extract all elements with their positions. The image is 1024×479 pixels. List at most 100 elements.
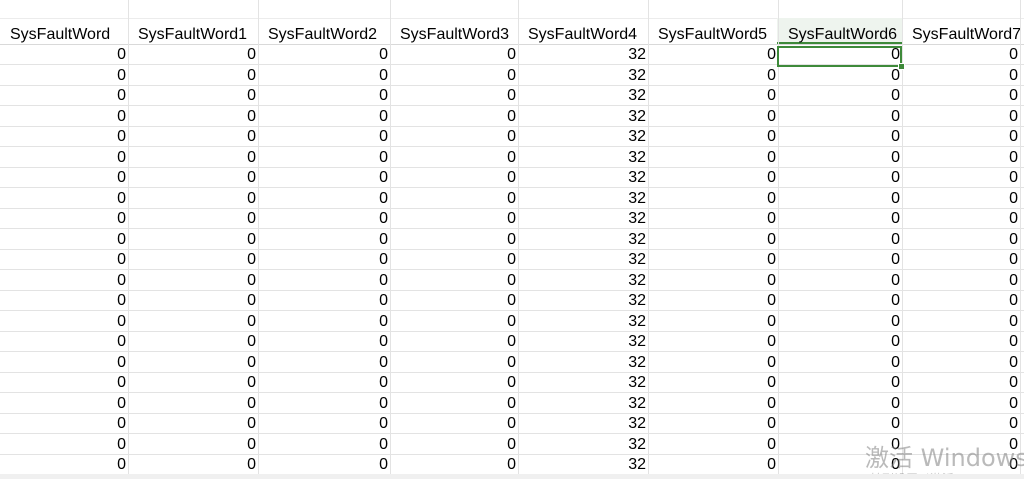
table-cell[interactable]: 0	[648, 332, 778, 352]
table-cell[interactable]: 32	[518, 168, 648, 188]
table-cell[interactable]: 0	[648, 414, 778, 434]
table-cell[interactable]: 0	[258, 373, 390, 393]
table-cell[interactable]: 32	[518, 353, 648, 373]
column-header-5[interactable]: SysFaultWord4	[518, 18, 648, 44]
table-cell[interactable]: 0	[778, 435, 902, 455]
table-cell[interactable]: 0	[258, 127, 390, 147]
table-cell[interactable]: 0	[390, 332, 518, 352]
table-cell[interactable]: 0	[778, 250, 902, 270]
table-cell[interactable]: 0	[0, 414, 128, 434]
table-cell[interactable]: 0	[128, 435, 258, 455]
table-cell[interactable]: 0	[778, 373, 902, 393]
table-cell[interactable]: 0	[390, 127, 518, 147]
table-cell[interactable]: 32	[518, 107, 648, 127]
table-cell[interactable]: 32	[518, 230, 648, 250]
table-cell[interactable]: 32	[518, 394, 648, 414]
table-cell[interactable]: 0	[902, 148, 1020, 168]
fill-handle[interactable]	[898, 63, 905, 70]
table-cell[interactable]: 0	[778, 394, 902, 414]
table-cell[interactable]: 0	[0, 86, 128, 106]
table-cell[interactable]: 0	[648, 127, 778, 147]
table-cell[interactable]: 0	[0, 332, 128, 352]
table-cell[interactable]: 0	[902, 45, 1020, 65]
table-cell[interactable]: 32	[518, 127, 648, 147]
table-cell[interactable]: 0	[390, 312, 518, 332]
column-header-7[interactable]: SysFaultWord6	[778, 18, 902, 44]
table-cell[interactable]: 0	[128, 230, 258, 250]
table-cell[interactable]: 0	[902, 86, 1020, 106]
table-cell[interactable]: 0	[778, 127, 902, 147]
table-cell[interactable]: 0	[258, 86, 390, 106]
table-cell[interactable]: 0	[390, 435, 518, 455]
table-cell[interactable]: 0	[390, 45, 518, 65]
table-cell[interactable]: 0	[128, 373, 258, 393]
table-cell[interactable]: 0	[128, 455, 258, 475]
table-cell[interactable]: 0	[778, 189, 902, 209]
table-cell[interactable]: 0	[258, 291, 390, 311]
table-cell[interactable]: 0	[390, 66, 518, 86]
table-cell[interactable]: 0	[390, 250, 518, 270]
table-cell[interactable]: 32	[518, 250, 648, 270]
table-cell[interactable]: 0	[128, 189, 258, 209]
table-cell[interactable]: 0	[258, 148, 390, 168]
table-cell[interactable]: 0	[902, 66, 1020, 86]
table-cell[interactable]: 0	[390, 455, 518, 475]
table-cell[interactable]: 32	[518, 373, 648, 393]
table-cell[interactable]: 0	[258, 230, 390, 250]
table-cell[interactable]: 0	[778, 455, 902, 475]
table-cell[interactable]: 0	[0, 373, 128, 393]
column-header-4[interactable]: SysFaultWord3	[390, 18, 518, 44]
table-cell[interactable]: 0	[390, 373, 518, 393]
table-cell[interactable]: 0	[0, 291, 128, 311]
table-cell[interactable]: 0	[648, 394, 778, 414]
table-cell[interactable]: 0	[902, 291, 1020, 311]
table-cell[interactable]: 0	[128, 291, 258, 311]
table-cell[interactable]: 0	[128, 148, 258, 168]
table-cell[interactable]: 0	[0, 455, 128, 475]
table-cell[interactable]: 32	[518, 271, 648, 291]
table-cell[interactable]: 0	[0, 209, 128, 229]
table-cell[interactable]: 0	[648, 66, 778, 86]
table-cell[interactable]: 0	[778, 291, 902, 311]
table-cell[interactable]: 0	[902, 209, 1020, 229]
table-cell[interactable]: 32	[518, 209, 648, 229]
table-cell[interactable]: 0	[778, 312, 902, 332]
table-cell[interactable]: 0	[0, 189, 128, 209]
table-cell[interactable]: 32	[518, 66, 648, 86]
table-cell[interactable]: 0	[128, 250, 258, 270]
table-cell[interactable]: 0	[0, 435, 128, 455]
table-cell[interactable]: 0	[778, 66, 902, 86]
table-cell[interactable]: 32	[518, 455, 648, 475]
table-cell[interactable]: 0	[648, 168, 778, 188]
table-cell[interactable]: 32	[518, 86, 648, 106]
table-cell[interactable]: 0	[902, 332, 1020, 352]
table-cell[interactable]: 32	[518, 414, 648, 434]
table-cell[interactable]: 32	[518, 332, 648, 352]
table-cell[interactable]: 0	[778, 209, 902, 229]
table-cell[interactable]: 0	[902, 435, 1020, 455]
column-header-2[interactable]: SysFaultWord1	[128, 18, 258, 44]
table-cell[interactable]: 0	[778, 86, 902, 106]
table-cell[interactable]: 0	[128, 312, 258, 332]
table-cell[interactable]: 0	[0, 45, 128, 65]
table-cell[interactable]: 0	[128, 45, 258, 65]
spreadsheet-grid[interactable]: SysFaultWord SysFaultWord1 SysFaultWord2 Sy…	[0, 0, 1024, 479]
table-cell[interactable]: 0	[778, 414, 902, 434]
table-cell[interactable]: 0	[0, 168, 128, 188]
table-cell[interactable]: 0	[128, 414, 258, 434]
table-cell[interactable]: 0	[778, 148, 902, 168]
table-cell[interactable]: 0	[648, 455, 778, 475]
table-cell[interactable]: 0	[390, 291, 518, 311]
column-header-8[interactable]: SysFaultWord7	[902, 18, 1021, 44]
table-cell[interactable]: 0	[648, 45, 778, 65]
table-cell[interactable]: 0	[0, 107, 128, 127]
table-cell[interactable]: 0	[258, 107, 390, 127]
table-cell[interactable]: 0	[390, 107, 518, 127]
table-cell[interactable]: 32	[518, 148, 648, 168]
table-cell[interactable]: 0	[0, 66, 128, 86]
table-cell[interactable]: 0	[0, 271, 128, 291]
table-cell[interactable]: 0	[902, 271, 1020, 291]
table-cell[interactable]: 0	[128, 394, 258, 414]
table-cell[interactable]: 0	[128, 66, 258, 86]
table-cell[interactable]: 32	[518, 291, 648, 311]
